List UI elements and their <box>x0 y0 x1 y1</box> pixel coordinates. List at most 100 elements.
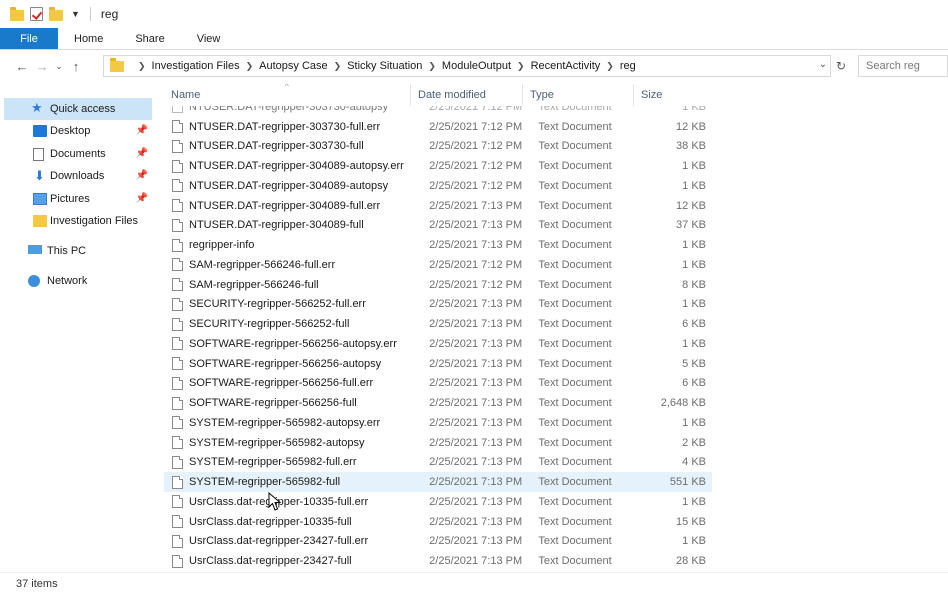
file-row[interactable]: NTUSER.DAT-regripper-304089-autopsy.err 2… <box>164 156 712 176</box>
window-title: reg <box>100 7 119 21</box>
sidebar-item-investigation-files[interactable]: Investigation Files <box>4 210 152 232</box>
sidebar-item-quick-access[interactable]: ★ Quick access <box>4 98 152 120</box>
tab-share[interactable]: Share <box>119 28 180 49</box>
breadcrumb-chevron-icon[interactable]: ❯ <box>246 61 254 72</box>
file-size: 37 KB <box>676 219 706 232</box>
sidebar-item-documents[interactable]: Documents 📌 <box>4 143 152 165</box>
file-date-modified: 2/25/2021 7:12 PM <box>429 160 523 173</box>
breadcrumb-chevron-icon[interactable]: ❯ <box>428 61 436 72</box>
file-row[interactable]: SAM-regripper-566246-full.err 2/25/2021 7… <box>164 255 712 275</box>
file-row[interactable]: NTUSER.DAT-regripper-303730-full.err 2/25… <box>164 117 712 137</box>
file-type: Text Document <box>538 476 612 489</box>
file-name: NTUSER.DAT-regripper-303730-full.err <box>189 120 381 133</box>
file-row[interactable]: SECURITY-regripper-566252-full 2/25/2021 … <box>164 314 712 334</box>
customize-toolbar-dropdown-icon[interactable]: ▼ <box>71 9 80 19</box>
pin-icon[interactable]: 📌 <box>136 193 148 204</box>
file-row[interactable]: UsrClass.dat-regripper-23427-full.err 2/2… <box>164 532 712 552</box>
breadcrumb-reg[interactable]: reg <box>620 60 636 72</box>
sidebar-item-desktop[interactable]: Desktop 📌 <box>4 120 152 142</box>
text-document-icon <box>172 376 183 390</box>
column-header-size[interactable]: Size <box>634 84 705 106</box>
text-document-icon <box>172 337 183 351</box>
text-document-icon <box>172 317 183 331</box>
breadcrumb-chevron-icon[interactable]: ❯ <box>606 61 614 72</box>
tab-home[interactable]: Home <box>58 28 119 49</box>
file-row[interactable]: NTUSER.DAT-regripper-304089-autopsy 2/25/… <box>164 176 712 196</box>
text-document-icon <box>172 357 183 371</box>
column-header-type[interactable]: Type <box>523 84 634 106</box>
column-header-date-modified[interactable]: Date modified <box>411 84 523 106</box>
file-row[interactable]: SOFTWARE-regripper-566256-autopsy 2/25/20… <box>164 354 712 374</box>
refresh-icon[interactable]: ↻ <box>832 56 850 76</box>
breadcrumb-chevron-icon[interactable]: ❯ <box>334 61 342 72</box>
breadcrumb-sticky-situation[interactable]: Sticky Situation <box>347 60 422 72</box>
file-name: SYSTEM-regripper-565982-autopsy <box>189 436 365 449</box>
pin-icon[interactable]: 📌 <box>136 170 148 181</box>
file-date-modified: 2/25/2021 7:13 PM <box>429 377 523 390</box>
breadcrumb-recentactivity[interactable]: RecentActivity <box>531 60 601 72</box>
back-arrow-icon[interactable]: ← <box>12 56 32 76</box>
file-row[interactable]: UsrClass.dat-regripper-10335-full 2/25/20… <box>164 512 712 532</box>
item-count: 37 items <box>16 578 58 590</box>
pin-icon[interactable]: 📌 <box>136 125 148 136</box>
file-date-modified: 2/25/2021 7:13 PM <box>429 416 523 429</box>
file-row[interactable]: UsrClass.dat-regripper-10335-full.err 2/2… <box>164 492 712 512</box>
sidebar-item-label: Network <box>47 275 88 287</box>
file-row[interactable]: SYSTEM-regripper-565982-full 2/25/2021 7:… <box>164 472 712 492</box>
sidebar-item-this-pc[interactable]: This PC <box>4 240 152 262</box>
file-date-modified: 2/25/2021 7:13 PM <box>429 318 523 331</box>
status-bar: 37 items <box>0 572 948 595</box>
sidebar-item-label: Investigation Files <box>50 215 139 227</box>
address-bar[interactable]: ❯ Investigation Files ❯ Autopsy Case ❯ S… <box>103 55 831 77</box>
file-name: NTUSER.DAT-regripper-304089-full.err <box>189 199 381 212</box>
file-row[interactable]: NTUSER.DAT-regripper-304089-full 2/25/202… <box>164 216 712 236</box>
file-row[interactable]: NTUSER.DAT-regripper-304089-full.err 2/25… <box>164 196 712 216</box>
file-row[interactable]: SYSTEM-regripper-565982-autopsy.err 2/25/… <box>164 413 712 433</box>
file-size: 551 KB <box>669 476 706 489</box>
file-type: Text Document <box>538 179 612 192</box>
pictures-icon <box>33 193 47 205</box>
forward-arrow-icon[interactable]: → <box>32 56 52 76</box>
breadcrumb-autopsy-case[interactable]: Autopsy Case <box>259 60 327 72</box>
sidebar-item-downloads[interactable]: ⬇ Downloads 📌 <box>4 165 152 187</box>
file-row[interactable]: UsrClass.dat-regripper-23427-full 2/25/20… <box>164 551 712 571</box>
file-row[interactable]: SYSTEM-regripper-565982-autopsy 2/25/2021… <box>164 433 712 453</box>
file-size: 1 KB <box>682 258 706 271</box>
tab-view[interactable]: View <box>181 28 237 49</box>
search-input[interactable]: Search reg <box>858 55 948 77</box>
properties-icon[interactable] <box>30 7 43 21</box>
breadcrumb-chevron-icon[interactable]: ❯ <box>517 61 525 72</box>
text-document-icon <box>172 218 183 232</box>
folder-icon <box>33 215 47 227</box>
sidebar-item-network[interactable]: Network <box>4 270 152 292</box>
breadcrumb-moduleoutput[interactable]: ModuleOutput <box>442 60 511 72</box>
file-row[interactable]: regripper-info 2/25/2021 7:13 PM Text Docu… <box>164 235 712 255</box>
file-row[interactable]: SOFTWARE-regripper-566256-full 2/25/2021 … <box>164 393 712 413</box>
address-dropdown-icon[interactable]: ⌄ <box>819 59 827 70</box>
file-row[interactable]: SECURITY-regripper-566252-full.err 2/25/2… <box>164 295 712 315</box>
file-row[interactable]: SOFTWARE-regripper-566256-full.err 2/25/2… <box>164 374 712 394</box>
navigation-pane: ★ Quick access Desktop 📌 Documents 📌 ⬇ D… <box>0 84 152 564</box>
file-size: 6 KB <box>682 318 706 331</box>
file-size: 12 KB <box>676 120 706 133</box>
breadcrumb-investigation-files[interactable]: Investigation Files <box>152 60 240 72</box>
file-date-modified: 2/25/2021 7:13 PM <box>429 199 523 212</box>
breadcrumb-chevron-icon[interactable]: ❯ <box>138 61 146 72</box>
file-name: NTUSER.DAT-regripper-304089-autopsy <box>189 179 389 192</box>
star-icon: ★ <box>31 100 43 115</box>
file-row[interactable]: SYSTEM-regripper-565982-full.err 2/25/202… <box>164 453 712 473</box>
file-type: Text Document <box>538 258 612 271</box>
pin-icon[interactable]: 📌 <box>136 148 148 159</box>
file-row[interactable]: SOFTWARE-regripper-566256-autopsy.err 2/2… <box>164 334 712 354</box>
file-date-modified: 2/25/2021 7:13 PM <box>429 397 523 410</box>
recent-locations-chevron-icon[interactable]: ⌄ <box>52 56 66 76</box>
up-arrow-icon[interactable]: ↑ <box>66 56 86 76</box>
new-folder-icon[interactable] <box>49 6 63 21</box>
sidebar-item-pictures[interactable]: Pictures 📌 <box>4 188 152 210</box>
file-name: SOFTWARE-regripper-566256-autopsy <box>189 357 382 370</box>
file-row[interactable]: NTUSER.DAT-regripper-303730-full 2/25/202… <box>164 137 712 157</box>
sidebar-item-label: Downloads <box>50 170 105 182</box>
folder-icon <box>10 6 24 21</box>
tab-file[interactable]: File <box>0 28 58 49</box>
file-row[interactable]: SAM-regripper-566246-full 2/25/2021 7:12 … <box>164 275 712 295</box>
